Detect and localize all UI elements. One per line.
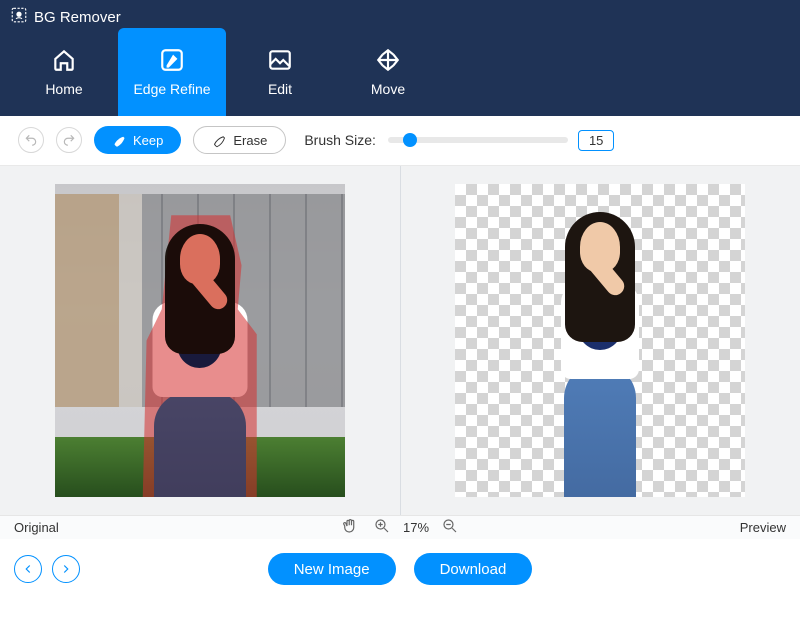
footer: New Image Download (0, 539, 800, 599)
status-bar: Original 17% Preview (0, 515, 800, 539)
erase-button[interactable]: Erase (193, 126, 286, 154)
new-image-button[interactable]: New Image (268, 553, 396, 585)
undo-button[interactable] (18, 127, 44, 153)
download-button[interactable]: Download (414, 553, 533, 585)
pan-tool-icon[interactable] (341, 517, 359, 538)
preview-canvas[interactable]: NASA (455, 184, 745, 497)
preview-pane[interactable]: NASA (401, 166, 800, 515)
next-image-button[interactable] (52, 555, 80, 583)
tab-edit[interactable]: Edit (226, 28, 334, 116)
zoom-in-button[interactable] (373, 517, 391, 538)
zoom-level: 17% (403, 520, 429, 535)
original-pane[interactable]: NASA (0, 166, 401, 515)
tab-move[interactable]: Move (334, 28, 442, 116)
edit-icon (159, 47, 185, 73)
app-logo-icon (10, 6, 28, 28)
erase-label: Erase (233, 133, 267, 148)
brush-size-slider[interactable] (388, 137, 568, 143)
image-icon (267, 47, 293, 73)
redo-button[interactable] (56, 127, 82, 153)
brush-keep-icon (112, 133, 127, 148)
workspace: NASA NASA (0, 165, 800, 515)
prev-image-button[interactable] (14, 555, 42, 583)
nav-tabs: Home Edge Refine Edit Move (0, 28, 800, 116)
tab-label: Move (371, 81, 405, 97)
tab-label: Home (45, 81, 82, 97)
tab-edge-refine[interactable]: Edge Refine (118, 28, 226, 116)
subject-cutout: NASA (525, 184, 675, 497)
original-canvas[interactable]: NASA (55, 184, 345, 497)
subject-person: NASA (105, 184, 295, 497)
keep-button[interactable]: Keep (94, 126, 181, 154)
tab-label: Edge Refine (133, 81, 210, 97)
toolbar: Keep Erase Brush Size: 15 (0, 116, 800, 165)
tab-home[interactable]: Home (10, 28, 118, 116)
home-icon (51, 47, 77, 73)
brush-size-value[interactable]: 15 (578, 130, 614, 151)
tab-label: Edit (268, 81, 292, 97)
brush-size-label: Brush Size: (304, 132, 376, 148)
slider-thumb[interactable] (403, 133, 417, 147)
app-title: BG Remover (34, 9, 121, 26)
keep-label: Keep (133, 133, 163, 148)
brush-erase-icon (212, 133, 227, 148)
zoom-out-button[interactable] (441, 517, 459, 538)
app-titlebar: BG Remover (0, 0, 800, 28)
move-icon (375, 47, 401, 73)
original-label: Original (14, 520, 59, 535)
preview-label: Preview (740, 520, 786, 535)
